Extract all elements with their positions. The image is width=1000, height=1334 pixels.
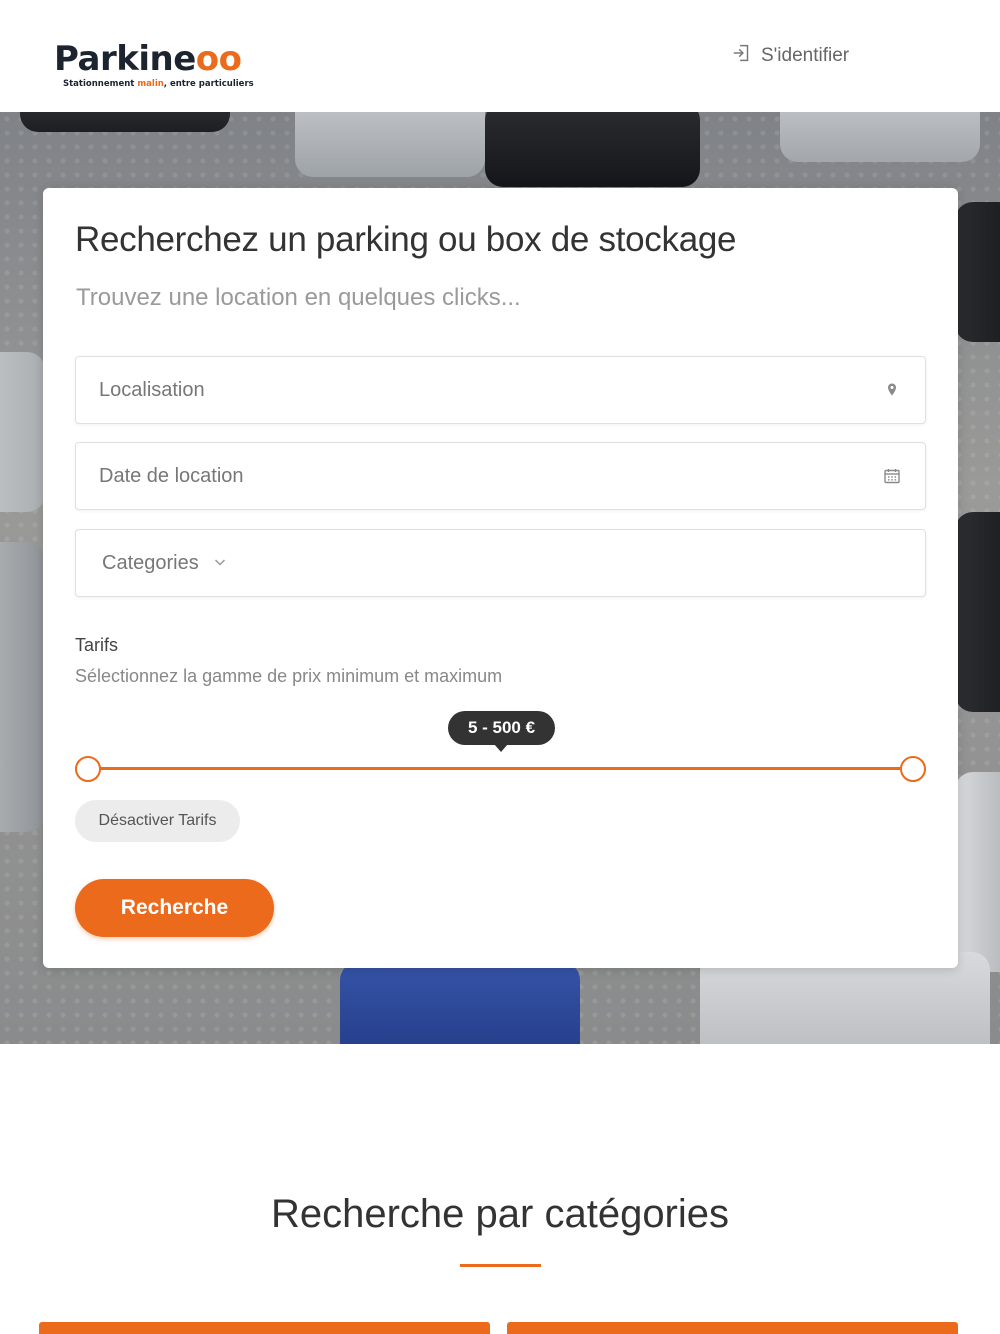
date-input[interactable] xyxy=(76,443,925,509)
car-image xyxy=(955,772,1000,972)
categories-select[interactable]: Categories xyxy=(75,529,926,597)
title-underline xyxy=(460,1264,541,1267)
search-card: Recherchez un parking ou box de stockage… xyxy=(43,188,958,968)
logo[interactable]: Parkineoo Stationnement malin, entre par… xyxy=(54,40,254,89)
search-submit-button[interactable]: Recherche xyxy=(75,879,274,937)
price-range-track[interactable] xyxy=(88,767,912,770)
categories-label: Categories xyxy=(102,551,199,574)
car-image xyxy=(295,112,485,177)
car-image xyxy=(780,112,980,162)
price-min-handle[interactable] xyxy=(75,756,101,782)
price-range-tooltip: 5 - 500 € xyxy=(448,711,555,752)
car-image xyxy=(20,112,230,132)
disable-tarifs-button[interactable]: Désactiver Tarifs xyxy=(75,800,240,842)
chevron-down-icon xyxy=(213,552,227,575)
tarifs-help-text: Sélectionnez la gamme de prix minimum et… xyxy=(75,666,503,686)
category-card[interactable] xyxy=(507,1322,958,1334)
search-title: Recherchez un parking ou box de stockage xyxy=(75,220,737,259)
logo-wordmark: Parkineoo xyxy=(54,39,242,79)
categories-section-title: Recherche par catégories xyxy=(270,1192,730,1236)
tarifs-label: Tarifs xyxy=(75,635,119,655)
login-icon xyxy=(731,42,753,70)
map-pin-icon xyxy=(883,381,901,399)
car-image xyxy=(0,352,45,512)
price-max-handle[interactable] xyxy=(900,756,926,782)
car-image xyxy=(0,542,45,832)
car-image xyxy=(955,202,1000,342)
logo-tagline: Stationnement malin, entre particuliers xyxy=(63,79,254,89)
category-card[interactable] xyxy=(39,1322,490,1334)
search-subtitle: Trouvez une location en quelques clicks.… xyxy=(76,284,521,311)
signin-label: S'identifier xyxy=(761,45,850,66)
car-image xyxy=(485,112,700,187)
calendar-icon xyxy=(883,467,901,485)
site-header: Parkineoo Stationnement malin, entre par… xyxy=(0,0,1000,112)
location-input[interactable] xyxy=(76,357,925,423)
car-image xyxy=(955,512,1000,712)
car-image xyxy=(340,962,580,1044)
signin-link[interactable]: S'identifier xyxy=(731,42,849,70)
location-field[interactable] xyxy=(75,356,926,424)
date-field[interactable] xyxy=(75,442,926,510)
